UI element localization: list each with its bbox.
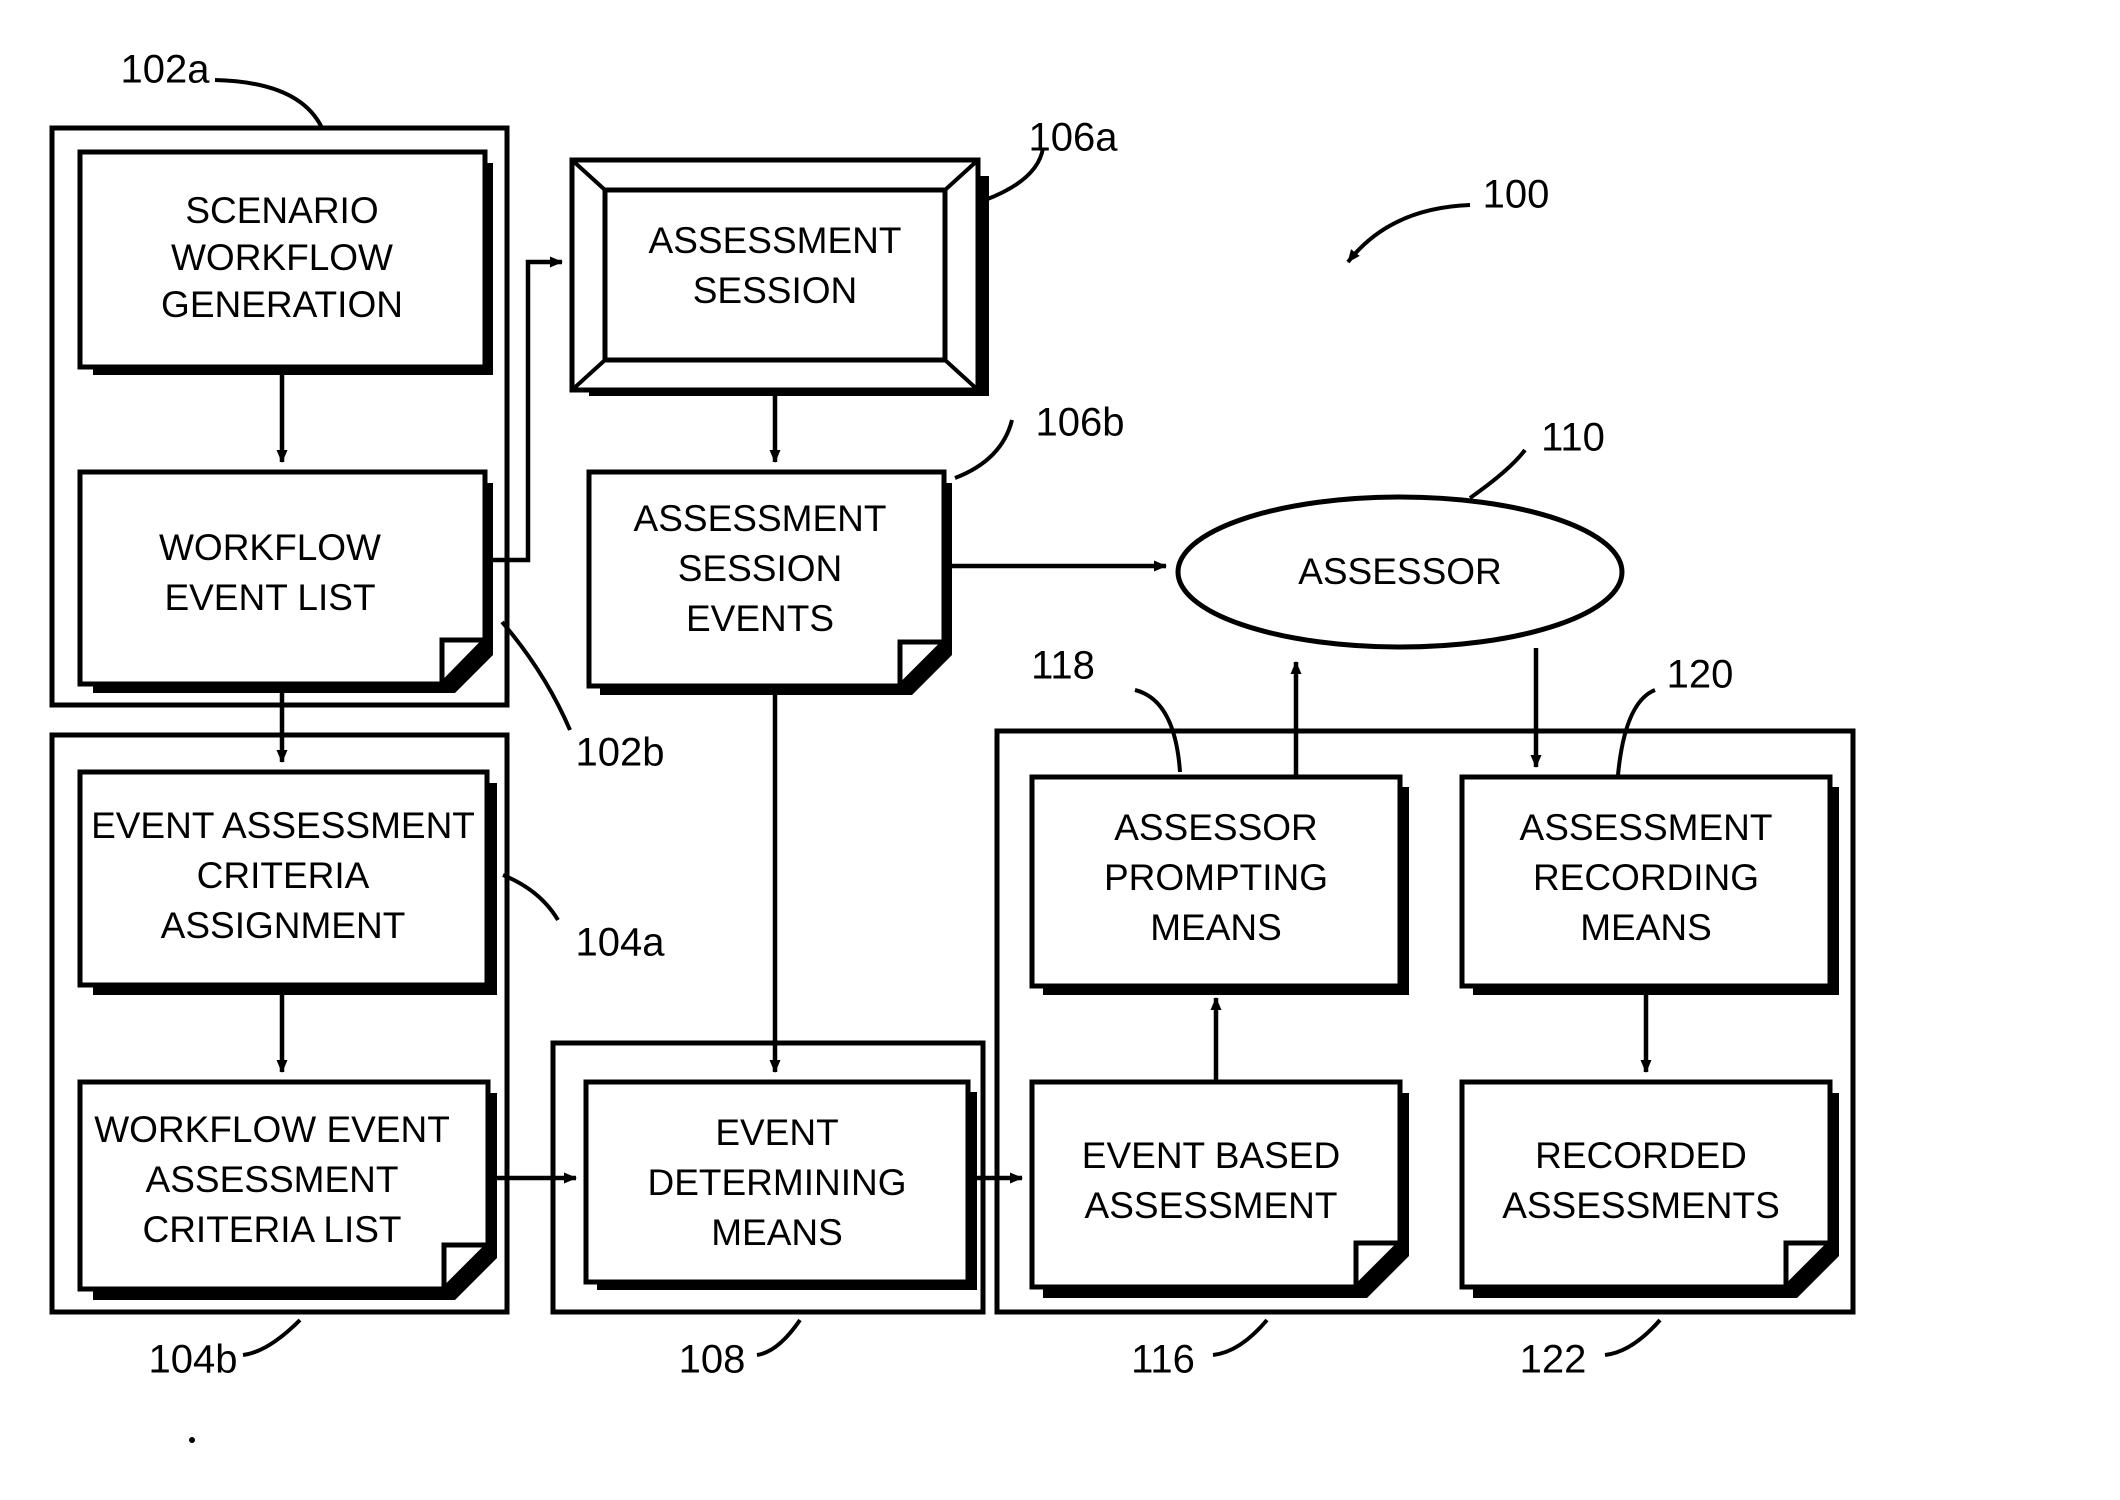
leader-108 (756, 1318, 802, 1357)
node-label-line: PROMPTING (1104, 857, 1328, 898)
node-label-line: CRITERIA LIST (142, 1209, 401, 1250)
ref-label-116: 116 (1131, 1338, 1195, 1382)
ref-label-122: 122 (1520, 1338, 1587, 1382)
node-label-line: ASSIGNMENT (161, 905, 406, 946)
node-assessor[interactable]: ASSESSOR (1175, 494, 1625, 650)
ref-label-118: 118 (1031, 644, 1095, 688)
node-assessor-prompting-means[interactable]: ASSESSOR PROMPTING MEANS (1029, 774, 1409, 995)
leader-122 (1604, 1318, 1662, 1357)
ref-label-120: 120 (1667, 653, 1734, 697)
ref-label-110: 110 (1541, 416, 1605, 460)
leader-102a (214, 78, 324, 129)
node-scenario-workflow-generation[interactable]: SCENARIO WORKFLOW GENERATION (77, 149, 493, 375)
node-label-line: WORKFLOW (159, 527, 381, 568)
node-assessment-session[interactable]: ASSESSMENT SESSION (569, 157, 989, 396)
ref-label-106b: 106b (1036, 401, 1125, 445)
node-label-line: RECORDING (1533, 857, 1759, 898)
node-label-line: SCENARIO (185, 190, 378, 231)
node-label-line: ASSESSOR (1298, 551, 1502, 592)
ref-label-100: 100 (1483, 173, 1550, 217)
node-workflow-event-assessment-criteria-list[interactable]: WORKFLOW EVENT ASSESSMENT CRITERIA LIST (77, 1079, 497, 1300)
ref-label-102b: 102b (576, 731, 665, 775)
node-label-line: EVENT BASED (1082, 1135, 1340, 1176)
arrow-eventlist-to-session (485, 256, 563, 563)
leader-102b (500, 620, 572, 731)
figure-canvas: SCENARIO WORKFLOW GENERATION WORKFLOW EV… (0, 0, 2120, 1500)
node-label-line: MEANS (711, 1212, 843, 1253)
node-label-line: WORKFLOW EVENT (94, 1109, 450, 1150)
node-label-line: EVENT LIST (164, 577, 375, 618)
node-label-line: ASSESSMENT (146, 1159, 399, 1200)
node-label-line: ASSESSMENT (634, 498, 887, 539)
leader-110 (1468, 448, 1527, 500)
node-label-line: ASSESSMENTS (1502, 1185, 1780, 1226)
node-event-determining-means[interactable]: EVENT DETERMINING MEANS (583, 1079, 977, 1290)
node-assessment-session-events[interactable]: ASSESSMENT SESSION EVENTS (586, 469, 952, 695)
ref-label-102a: 102a (121, 48, 211, 92)
node-label-line: ASSESSOR (1114, 807, 1318, 848)
node-label-line: SESSION (678, 548, 843, 589)
leader-104b (242, 1318, 302, 1357)
node-label-line: RECORDED (1535, 1135, 1747, 1176)
node-assessment-recording-means[interactable]: ASSESSMENT RECORDING MEANS (1459, 774, 1839, 995)
node-label-line: MEANS (1150, 907, 1282, 948)
node-event-based-assessment[interactable]: EVENT BASED ASSESSMENT (1029, 1079, 1409, 1298)
node-event-assessment-criteria-assignment[interactable]: EVENT ASSESSMENT CRITERIA ASSIGNMENT (77, 769, 497, 995)
node-label-line: MEANS (1580, 907, 1712, 948)
node-label-line: CRITERIA (197, 855, 370, 896)
node-label-line: ASSESSMENT (1520, 807, 1773, 848)
node-label-line: DETERMINING (648, 1162, 907, 1203)
node-label-line: WORKFLOW (171, 237, 393, 278)
ref-label-106a: 106a (1029, 116, 1119, 160)
node-label-line: EVENTS (686, 598, 834, 639)
ref-label-104b: 104b (149, 1338, 238, 1382)
leader-104a (502, 873, 560, 922)
leader-116 (1212, 1318, 1269, 1357)
node-workflow-event-list[interactable]: WORKFLOW EVENT LIST (77, 469, 493, 693)
stray-mark (189, 1437, 195, 1443)
leader-106b (954, 419, 1014, 480)
node-label-line: ASSESSMENT (649, 220, 902, 261)
node-label-line: EVENT ASSESSMENT (91, 805, 475, 846)
patent-flow-diagram: SCENARIO WORKFLOW GENERATION WORKFLOW EV… (49, 48, 1856, 1443)
node-label-line: GENERATION (161, 284, 403, 325)
ref-label-108: 108 (679, 1338, 746, 1382)
node-label-line: SESSION (693, 270, 858, 311)
ref-label-104a: 104a (576, 921, 666, 965)
node-label-line: EVENT (715, 1112, 838, 1153)
leader-100 (1346, 203, 1471, 264)
node-label-line: ASSESSMENT (1085, 1185, 1338, 1226)
node-recorded-assessments[interactable]: RECORDED ASSESSMENTS (1459, 1079, 1839, 1298)
